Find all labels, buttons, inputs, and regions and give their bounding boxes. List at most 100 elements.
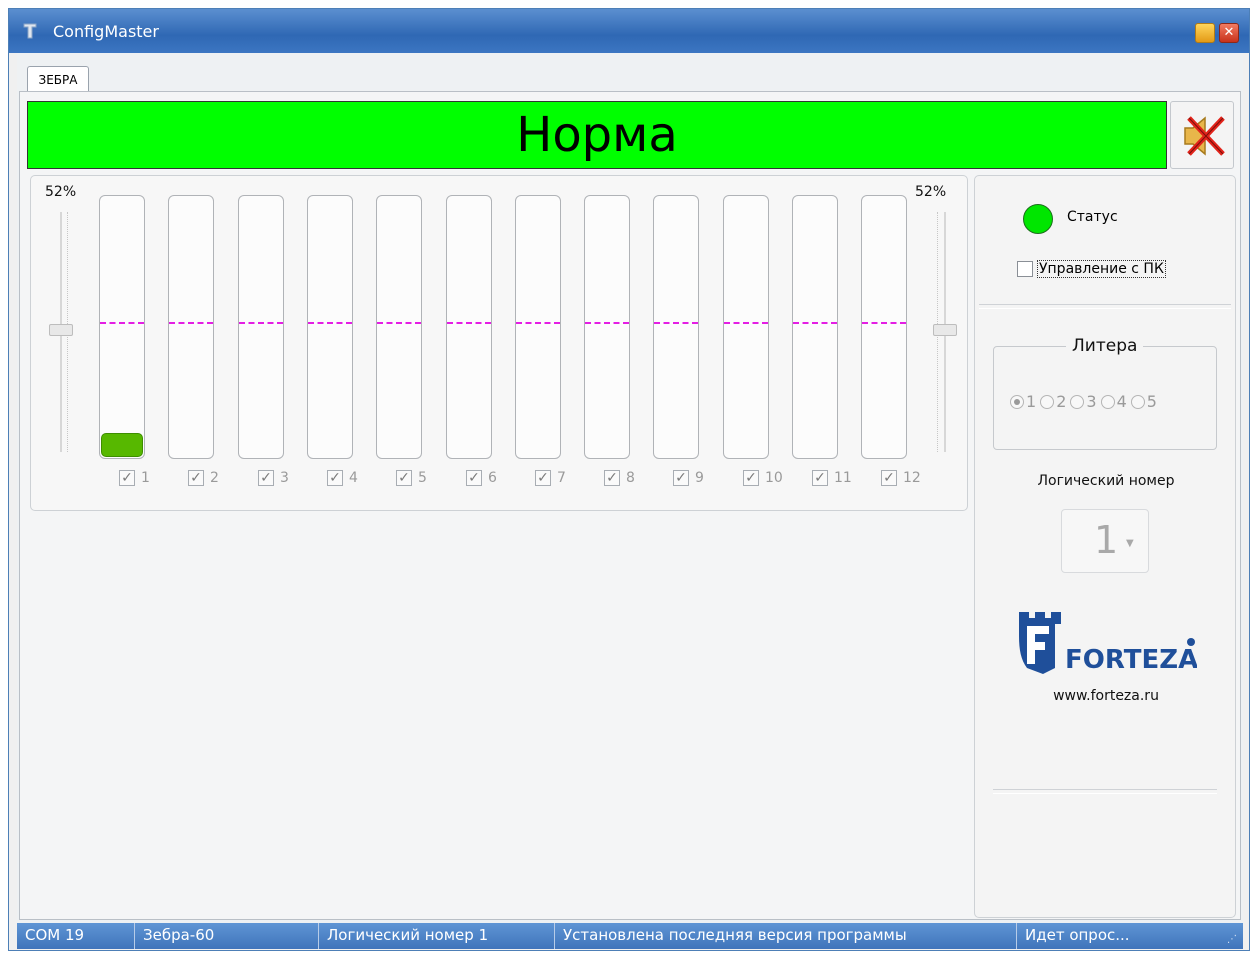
left-percent-label: 52% xyxy=(45,184,77,200)
status-label: Статус xyxy=(1067,209,1118,225)
channel-number-label: 4 xyxy=(349,470,358,486)
litera-radio-label: 1 xyxy=(1026,392,1037,411)
status-device: Зебра-60 xyxy=(135,923,319,949)
threshold-line xyxy=(239,322,283,324)
minimize-button[interactable] xyxy=(1195,23,1215,43)
threshold-line xyxy=(585,322,629,324)
status-banner: Норма xyxy=(27,101,1167,169)
status-indicator-icon xyxy=(1023,204,1053,234)
checkmark-icon[interactable]: ✓ xyxy=(673,470,689,486)
window-title: ConfigMaster xyxy=(53,22,159,41)
threshold-line xyxy=(100,322,144,324)
threshold-line xyxy=(516,322,560,324)
threshold-line xyxy=(724,322,768,324)
tab-zebra[interactable]: ЗЕБРА xyxy=(27,66,89,93)
channel-bar-3 xyxy=(238,195,284,459)
channel-number-label: 2 xyxy=(210,470,219,486)
litera-radio-label: 4 xyxy=(1116,392,1127,411)
channel-checkbox-3[interactable]: ✓ 3 xyxy=(258,470,289,488)
litera-radio-5[interactable] xyxy=(1130,394,1145,409)
mute-button[interactable] xyxy=(1170,101,1234,169)
control-panel: Статус Управление с ПК Литера 12345 Логи… xyxy=(974,175,1236,918)
tab-pane: Норма 52% 52% ✓ 1 ✓ 2 ✓ 3 ✓ 4 ✓ 5 ✓ 6 ✓ … xyxy=(19,91,1241,920)
channel-checkbox-9[interactable]: ✓ 9 xyxy=(673,470,704,488)
pc-control-label: Управление с ПК xyxy=(1037,260,1166,278)
channel-number-label: 8 xyxy=(626,470,635,486)
threshold-line xyxy=(169,322,213,324)
litera-group: Литера 12345 xyxy=(993,336,1217,450)
channel-checkbox-6[interactable]: ✓ 6 xyxy=(466,470,497,488)
checkmark-icon[interactable]: ✓ xyxy=(743,470,759,486)
slider-thumb[interactable] xyxy=(49,324,73,336)
channel-bar-11 xyxy=(792,195,838,459)
pc-control-checkbox[interactable]: Управление с ПК xyxy=(1017,260,1166,278)
channel-bar-2 xyxy=(168,195,214,459)
threshold-line xyxy=(377,322,421,324)
litera-radio-2[interactable] xyxy=(1040,394,1055,409)
channel-bar-12 xyxy=(861,195,907,459)
checkmark-icon[interactable]: ✓ xyxy=(188,470,204,486)
close-button[interactable]: ✕ xyxy=(1219,23,1239,43)
channel-checkbox-12[interactable]: ✓ 12 xyxy=(881,470,921,488)
logical-number-select[interactable]: 1 ▼ xyxy=(1061,509,1149,573)
channel-number-label: 1 xyxy=(141,470,150,486)
threshold-line xyxy=(654,322,698,324)
channel-bar-9 xyxy=(653,195,699,459)
channels-panel: 52% 52% ✓ 1 ✓ 2 ✓ 3 ✓ 4 ✓ 5 ✓ 6 ✓ 7 ✓ 8 ✓ 9 ✓ 10 ✓ 11 ✓ 12 xyxy=(30,175,968,511)
app-icon xyxy=(23,23,37,39)
channel-checkbox-10[interactable]: ✓ 10 xyxy=(743,470,783,488)
channel-checkbox-5[interactable]: ✓ 5 xyxy=(396,470,427,488)
channel-checkbox-4[interactable]: ✓ 4 xyxy=(327,470,358,488)
threshold-line xyxy=(447,322,491,324)
litera-radio-label: 5 xyxy=(1146,392,1157,411)
checkbox-box[interactable] xyxy=(1017,261,1033,277)
channel-bar-1 xyxy=(99,195,145,459)
checkmark-icon[interactable]: ✓ xyxy=(327,470,343,486)
channel-number-label: 5 xyxy=(418,470,427,486)
channel-checkbox-8[interactable]: ✓ 8 xyxy=(604,470,635,488)
litera-radio-label: 3 xyxy=(1086,392,1097,411)
checkmark-icon[interactable]: ✓ xyxy=(812,470,828,486)
forteza-logo: FORTEZA xyxy=(1019,612,1197,675)
litera-radio-label: 2 xyxy=(1056,392,1067,411)
channel-bar-4 xyxy=(307,195,353,459)
checkmark-icon[interactable]: ✓ xyxy=(881,470,897,486)
litera-radio-4[interactable] xyxy=(1100,394,1115,409)
litera-radio-3[interactable] xyxy=(1070,394,1085,409)
checkmark-icon[interactable]: ✓ xyxy=(604,470,620,486)
channel-number-label: 3 xyxy=(280,470,289,486)
logo-wordmark: FORTEZA xyxy=(1065,645,1197,675)
litera-radio-group[interactable]: 12345 xyxy=(1010,391,1161,411)
checkmark-icon[interactable]: ✓ xyxy=(466,470,482,486)
channel-checkbox-11[interactable]: ✓ 11 xyxy=(812,470,852,488)
channel-checkbox-2[interactable]: ✓ 2 xyxy=(188,470,219,488)
channel-bar-7 xyxy=(515,195,561,459)
logical-number-value: 1 xyxy=(1094,518,1119,562)
resize-grip-icon[interactable]: ⋰ xyxy=(1227,934,1239,946)
channel-checkbox-7[interactable]: ✓ 7 xyxy=(535,470,566,488)
channel-checkbox-1[interactable]: ✓ 1 xyxy=(119,470,150,488)
channel-number-label: 11 xyxy=(834,470,852,486)
divider xyxy=(979,304,1231,309)
litera-title: Литера xyxy=(1066,336,1144,356)
title-bar[interactable]: ConfigMaster ✕ xyxy=(9,9,1249,53)
left-threshold-slider[interactable] xyxy=(49,212,73,452)
threshold-line xyxy=(308,322,352,324)
channel-bar-10 xyxy=(723,195,769,459)
right-threshold-slider[interactable] xyxy=(933,212,957,452)
chevron-down-icon: ▼ xyxy=(1126,538,1134,549)
checkmark-icon[interactable]: ✓ xyxy=(396,470,412,486)
logo-url[interactable]: www.forteza.ru xyxy=(975,688,1237,704)
divider xyxy=(993,789,1217,794)
checkmark-icon[interactable]: ✓ xyxy=(258,470,274,486)
channel-number-label: 7 xyxy=(557,470,566,486)
checkmark-icon[interactable]: ✓ xyxy=(119,470,135,486)
status-version: Установлена последняя версия программы xyxy=(555,923,1017,949)
checkmark-icon[interactable]: ✓ xyxy=(535,470,551,486)
threshold-line xyxy=(862,322,906,324)
slider-thumb[interactable] xyxy=(933,324,957,336)
channel-number-label: 10 xyxy=(765,470,783,486)
litera-radio-1[interactable] xyxy=(1010,394,1024,409)
channel-number-label: 6 xyxy=(488,470,497,486)
client-area: ЗЕБРА Норма 52% 52% ✓ 1 ✓ 2 ✓ 3 ✓ 4 ✓ 5 … xyxy=(17,53,1243,923)
